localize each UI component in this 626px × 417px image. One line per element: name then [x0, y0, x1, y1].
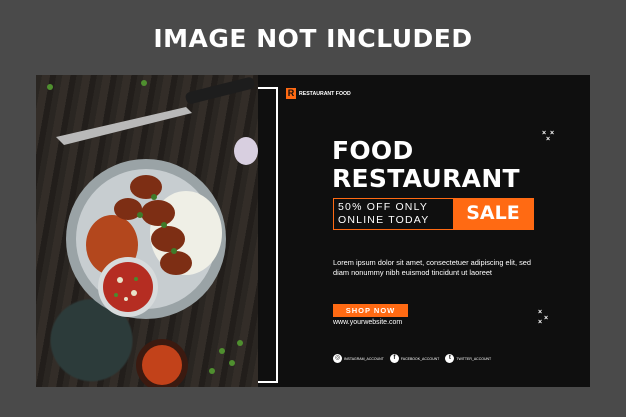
social-label: TWITTER_ACCOUNT	[456, 356, 492, 361]
social-facebook[interactable]: f FACEBOOK_ACCOUNT	[389, 354, 440, 363]
headline-line-2: RESTAURANT	[332, 164, 520, 193]
shop-now-button[interactable]: SHOP NOW	[333, 304, 408, 317]
cross-icon: ×	[538, 309, 543, 316]
offer-box: 50% OFF ONLY ONLINE TODAY SALE	[333, 198, 534, 230]
watermark-title: IMAGE NOT INCLUDED	[153, 24, 473, 53]
food-photo	[36, 75, 258, 387]
brand-logo: R RESTAURANT FOOD	[286, 88, 359, 99]
social-twitter[interactable]: t TWITTER_ACCOUNT	[445, 354, 491, 363]
offer-line-2: ONLINE TODAY	[338, 214, 430, 226]
brand-name: RESTAURANT FOOD	[299, 90, 351, 97]
restaurant-banner: R RESTAURANT FOOD × × × × × × FOOD RESTA…	[36, 75, 590, 387]
social-label: FACEBOOK_ACCOUNT	[400, 356, 440, 361]
cross-icon: ×	[538, 319, 543, 326]
cross-icon: ×	[544, 315, 549, 322]
twitter-icon: t	[445, 354, 455, 363]
headline-line-1: FOOD	[332, 136, 414, 165]
cross-icon: ×	[550, 130, 555, 137]
food-illustration	[47, 77, 258, 387]
description-text: Lorem ipsum dolor sit amet, consectetuer…	[333, 258, 531, 277]
website-link[interactable]: www.yourwebsite.com	[333, 319, 402, 326]
cross-icon: ×	[546, 136, 551, 143]
offer-text: 50% OFF ONLY ONLINE TODAY	[334, 199, 453, 229]
cross-pattern-bottom: × × ×	[536, 309, 554, 326]
brand-mark: R	[286, 88, 296, 99]
cross-pattern-top: × × ×	[540, 130, 558, 144]
social-links: ◎ INSTAGRAM_ACCOUNT f FACEBOOK_ACCOUNT t…	[333, 354, 491, 363]
social-label: INSTAGRAM_ACCOUNT	[344, 356, 384, 361]
offer-line-1: 50% OFF ONLY	[338, 201, 429, 213]
social-instagram[interactable]: ◎ INSTAGRAM_ACCOUNT	[333, 354, 384, 363]
instagram-icon: ◎	[333, 354, 342, 363]
headline: FOOD RESTAURANT	[332, 137, 520, 193]
facebook-icon: f	[389, 354, 399, 363]
white-frame-bracket	[258, 87, 278, 383]
sale-badge: SALE	[453, 199, 533, 229]
